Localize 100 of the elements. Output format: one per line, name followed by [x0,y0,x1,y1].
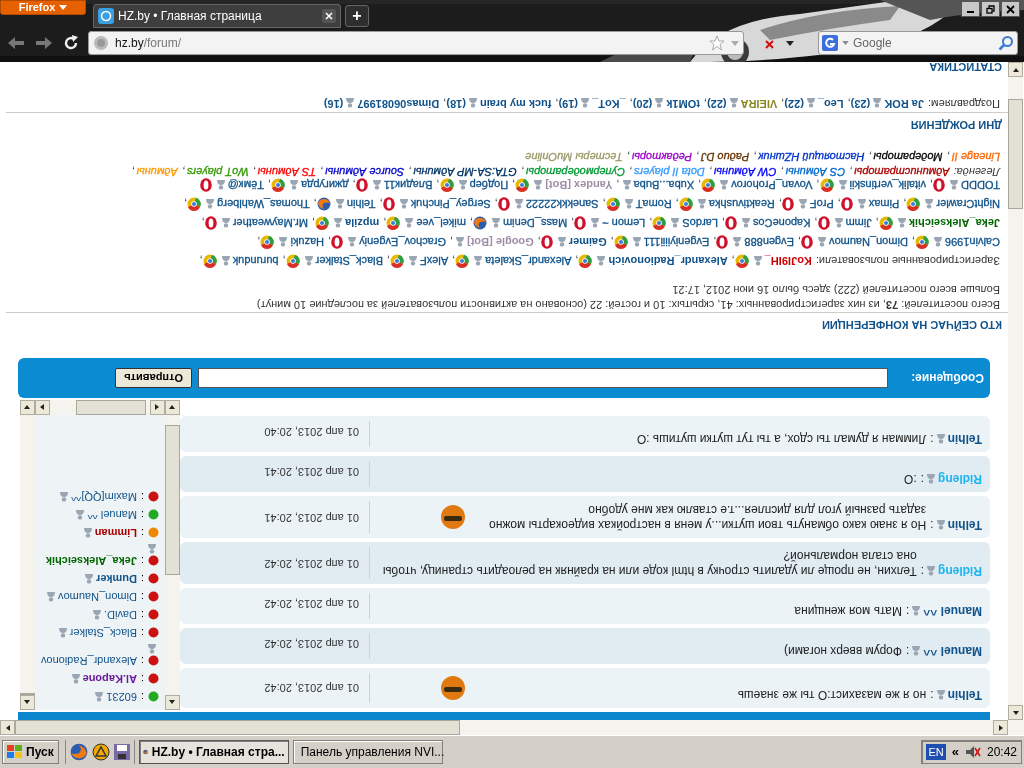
user-link[interactable]: fuck my brain [479,96,552,111]
search-input[interactable]: Google [853,34,994,52]
forward-icon[interactable] [34,35,54,51]
author-name[interactable]: Telhin [947,431,982,446]
scroll-arrow-button[interactable] [1008,705,1023,720]
vertical-scrollbar[interactable] [20,400,35,710]
user-link[interactable]: Hazuki [290,233,325,251]
user-link[interactable]: Leo_ [817,96,844,111]
vertical-scrollbar[interactable] [165,400,180,710]
user-link[interactable]: Evgeniyiiii111 [643,233,710,251]
speaker-icon[interactable] [964,745,981,759]
scroll-arrow-button[interactable] [20,695,35,710]
user-link[interactable]: Xuba...Buba [633,176,695,194]
scrollbar-thumb[interactable] [15,720,460,735]
user-link[interactable]: Alexandr_Radionovich [608,252,728,270]
user-link[interactable]: vitalik_vertinskii [849,176,926,194]
user-link[interactable]: Thomas_Wahlberg [217,195,310,213]
user-link[interactable]: Gaimer [568,233,607,251]
legend-group[interactable]: CW Админы [712,164,777,179]
legend-group[interactable]: Настоящий HZшник [757,149,865,164]
user-link[interactable]: mikel_vee [416,214,466,232]
scroll-arrow-button[interactable] [165,695,180,710]
user-link[interactable]: _KoT_ [592,96,626,111]
scrollbar-thumb[interactable] [76,400,146,415]
user-link[interactable]: Vovan_Prohorov [731,176,813,194]
user-link[interactable]: Dimas06081997 [357,96,440,111]
user-link[interactable]: Lemon ~ [602,214,646,232]
user-name[interactable]: Dumker [95,572,137,586]
scroll-arrow-button[interactable] [165,400,180,415]
user-link[interactable]: Black_Stalker [315,252,383,270]
floppy-icon[interactable] [113,744,130,760]
scroll-arrow-button[interactable] [35,400,50,415]
user-link[interactable]: KaponeCos [752,214,811,232]
user-name[interactable]: Alexandr_Radionov [40,654,137,668]
user-link[interactable]: KoJI9IH_ [764,252,812,270]
horizontal-scrollbar[interactable] [0,720,1024,735]
scroll-arrow-button[interactable] [20,400,35,415]
scroll-arrow-button[interactable] [150,400,165,415]
user-link[interactable]: Тёмк@ [227,176,264,194]
user-link[interactable]: tOM1k [666,96,700,111]
legend-group[interactable]: Радио DJ [699,149,750,164]
user-link[interactable]: Владик11 [383,176,433,194]
user-link[interactable]: Подбер [469,176,509,194]
user-link[interactable]: Pimax [868,195,900,213]
user-link[interactable]: burunduk [232,252,279,270]
user-link[interactable]: Alexandr_Skaleta [485,252,572,270]
horizontal-scrollbar[interactable] [35,400,165,415]
user-link[interactable]: Mr.Mayweather [232,214,308,232]
start-button[interactable]: Пуск [2,740,59,764]
close-button[interactable] [1001,1,1020,17]
legend-group[interactable]: WoT players [185,164,249,179]
address-field[interactable]: hz.by/forum/ [88,31,744,55]
language-indicator[interactable]: EN [926,743,946,761]
user-link[interactable]: NightCrawler [936,195,1000,213]
legend-group[interactable]: Администраторы [853,164,950,179]
scroll-arrow-button[interactable] [993,720,1008,735]
legend-group[interactable]: Source Админы [324,164,405,179]
user-name[interactable]: Jeka_Alekseichik [45,554,137,568]
user-link[interactable]: VIEIRA [740,96,778,111]
user-link[interactable]: Reaktivushka [708,195,775,213]
legend-group[interactable]: Модераторы [872,149,943,164]
back-icon[interactable] [6,35,26,51]
user-link[interactable]: джигурда [301,176,349,194]
author-name[interactable]: Manuel ^^ [923,643,982,658]
scroll-arrow-button[interactable] [0,720,15,735]
author-name[interactable]: Telhin [947,517,982,532]
user-link[interactable]: Telhin [346,195,376,213]
search-icon[interactable] [998,35,1014,51]
user-link[interactable]: RomaT [635,195,672,213]
scrollbar-thumb[interactable] [165,425,180,575]
search-field[interactable]: Google [818,31,1018,55]
author-name[interactable]: Telhin [947,687,982,702]
close-icon[interactable] [322,9,336,23]
user-link[interactable]: TODDD [961,176,1000,194]
triangle-app-icon[interactable] [91,743,110,761]
legend-group[interactable]: GTA:SA-MP Админы [412,164,517,179]
new-tab-button[interactable]: + [345,5,369,27]
user-link[interactable]: Calvin1996 [944,233,1000,251]
user-name[interactable]: Manuel ^^ [87,508,137,522]
user-link[interactable]: LardoS [682,214,718,232]
user-name[interactable]: Dimon_Naumov [58,590,137,604]
legend-group[interactable]: TS Админы [256,164,317,179]
user-link[interactable]: Ja ROK [884,96,924,111]
legend-group[interactable]: CS Админы [784,164,846,179]
send-button[interactable]: Отправить [114,368,192,388]
author-name[interactable]: Manuel ^^ [923,603,982,618]
taskbar-button[interactable]: Панель управления NVI... [292,740,443,764]
user-name[interactable]: 60231 [106,690,137,704]
legend-group[interactable]: Редакторы [630,149,692,164]
user-link[interactable]: AlexF [420,252,449,270]
restore-button[interactable] [981,1,1000,17]
vertical-scrollbar[interactable] [1008,62,1023,720]
taskbar-button[interactable]: HZ.by • Главная стра... [138,740,289,764]
user-link[interactable]: Mass_Denim [502,214,568,232]
tray-expand-button[interactable]: « [951,742,959,762]
user-name[interactable]: Maxim[QQ]^^ [71,490,137,504]
firefox-icon[interactable] [69,743,88,761]
user-link[interactable]: Grachov_Evgeniy [359,233,446,251]
minimize-button[interactable] [961,1,980,17]
user-link[interactable]: Dimon_Naumov [829,233,908,251]
